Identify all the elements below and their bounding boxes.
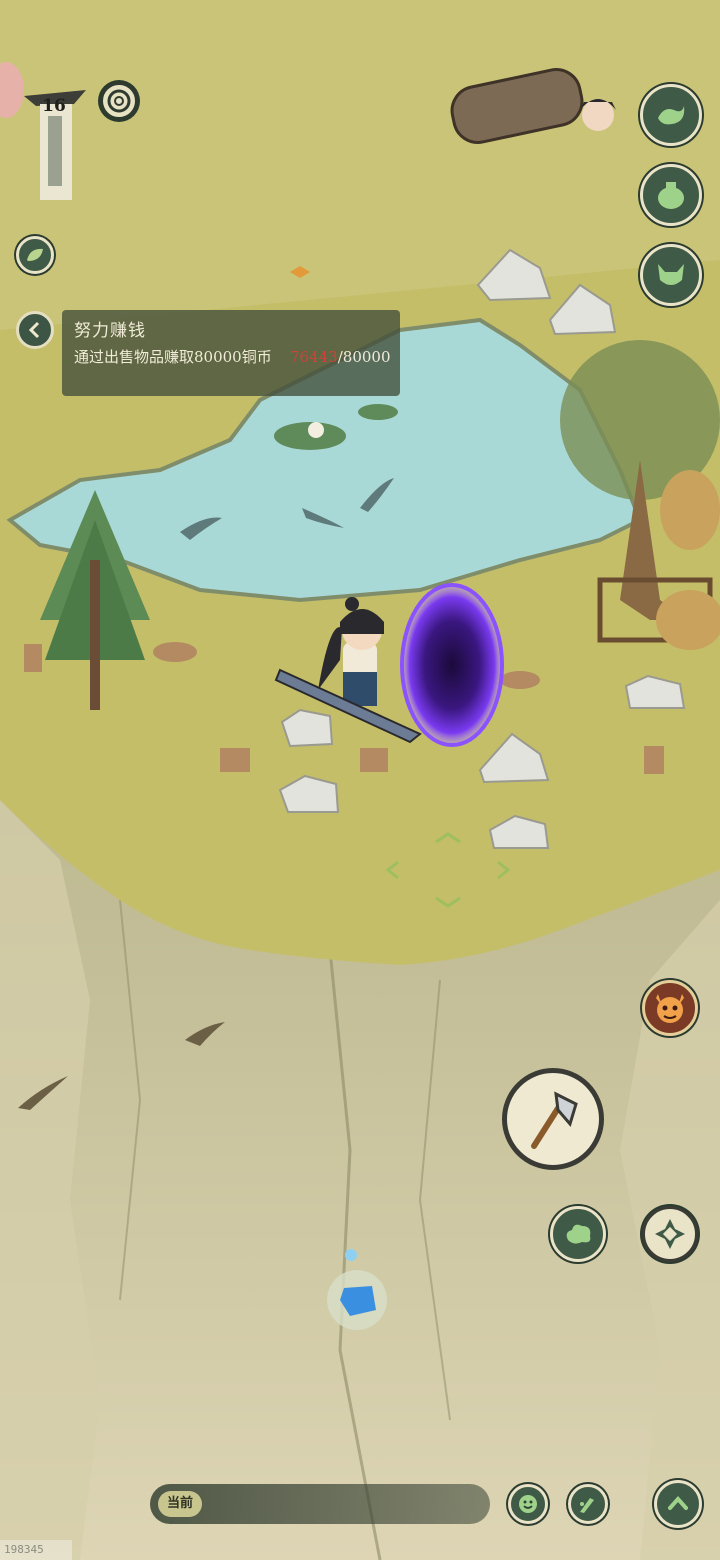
cloud-icon [566,1224,591,1244]
quest-progress-target: /80000 [337,348,391,366]
chevron-left-icon [28,321,40,339]
level-number: 16 [42,96,66,116]
emote-button[interactable] [508,1484,548,1524]
tree-stump [500,671,540,689]
monster-icon [658,264,684,285]
hay-bale [660,470,720,550]
monster-button[interactable] [640,244,702,306]
quest-collapse-button[interactable] [16,311,54,349]
pot-button[interactable] [640,164,702,226]
compass-star-icon [655,1219,685,1249]
wave-icon [658,106,685,125]
cloud-skill-button[interactable] [550,1206,606,1262]
wave-button[interactable] [640,84,702,146]
build-id: 198345 [0,1540,72,1560]
tree-stump [220,748,250,772]
compass-skill-button[interactable] [642,1206,698,1262]
quest-progress: 76443/80000 [290,347,391,368]
up-arrow-icon [668,1495,688,1510]
tree-stump [24,644,42,672]
axe-action-button[interactable] [502,1068,604,1170]
pot-icon [658,182,684,209]
brush-button[interactable] [568,1484,608,1524]
game-scene [0,0,720,1560]
coin-ring-button[interactable] [100,82,138,120]
tree-stump [360,748,388,772]
tree-stump [644,746,664,774]
quest-title: 努力赚钱 [74,321,146,341]
boss-button[interactable] [642,980,698,1036]
chat-bar[interactable]: 当前 [150,1484,490,1524]
coin-ring-icon [107,89,131,113]
smile-face-icon [519,1495,537,1513]
lotus-flower [308,422,324,438]
demon-face-icon [656,994,684,1023]
lily-pad [358,404,398,420]
tree-stump [153,642,197,662]
axe-icon [531,1091,578,1149]
leaf-icon [27,248,43,261]
leaf-button[interactable] [16,236,54,274]
quest-panel[interactable]: 努力赚钱 通过出售物品赚取80000铜币 76443/80000 [62,310,400,396]
quest-body: 通过出售物品赚取80000铜币 76443/80000 [74,347,391,368]
quest-description: 通过出售物品赚取80000铜币 [74,348,272,366]
brush-icon [580,1498,594,1513]
chat-channel-tag[interactable]: 当前 [158,1491,202,1517]
expand-up-button[interactable] [654,1480,702,1528]
quest-progress-current: 76443 [290,348,338,366]
purple-portal [400,583,504,747]
